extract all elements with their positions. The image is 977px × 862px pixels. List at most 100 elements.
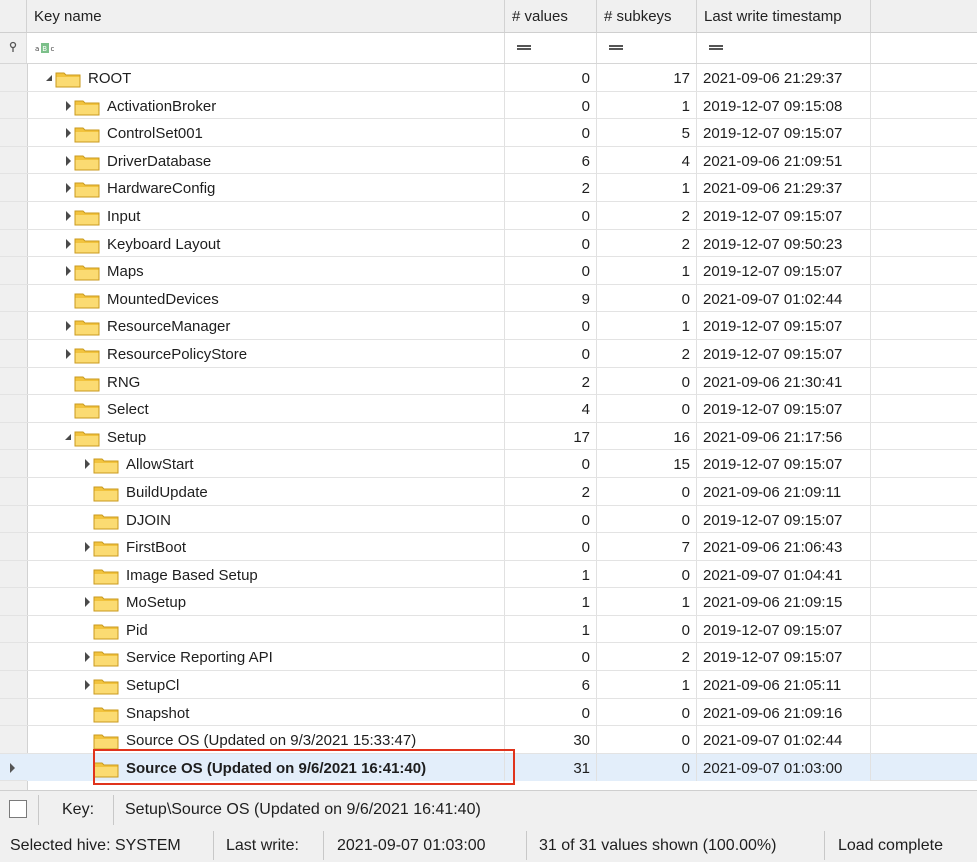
key-checkbox[interactable] [9, 800, 27, 818]
key-row[interactable]: SetupCl 6 1 2021-09-06 21:05:11 [0, 671, 977, 699]
filter-cell-key-name[interactable]: a B c [27, 33, 505, 63]
divider [824, 831, 825, 860]
key-row[interactable]: FirstBoot 0 7 2021-09-06 21:06:43 [0, 533, 977, 561]
expand-arrow-icon[interactable] [85, 542, 90, 553]
key-name-cell[interactable]: Keyboard Layout [27, 229, 505, 257]
expand-arrow-icon[interactable] [66, 266, 71, 277]
key-name-cell[interactable]: FirstBoot [27, 533, 505, 561]
subkeys-cell: 0 [597, 284, 697, 312]
key-name-cell[interactable]: Pid [27, 615, 505, 643]
key-row[interactable]: RNG 2 0 2021-09-06 21:30:41 [0, 367, 977, 396]
filter-cell-subkeys[interactable] [597, 33, 697, 63]
key-name-cell[interactable]: ResourceManager [27, 312, 505, 340]
folder-icon [93, 621, 119, 640]
expand-arrow-icon[interactable] [85, 459, 90, 470]
expand-arrow-icon[interactable] [85, 652, 90, 663]
folder-icon [74, 124, 100, 143]
key-name-cell[interactable]: Snapshot [27, 698, 505, 726]
folder-icon [74, 290, 100, 309]
status-bar: Selected hive: SYSTEM Last write: 2021-0… [0, 829, 977, 862]
key-name-cell[interactable]: Select [27, 395, 505, 423]
key-name-cell[interactable]: AllowStart [27, 450, 505, 478]
key-name-cell[interactable]: Maps [27, 257, 505, 285]
key-name-cell[interactable]: ActivationBroker [27, 91, 505, 119]
expand-arrow-icon[interactable] [85, 597, 90, 608]
key-name-cell[interactable]: ResourcePolicyStore [27, 339, 505, 367]
key-row[interactable]: MoSetup 1 1 2021-09-06 21:09:15 [0, 588, 977, 616]
expand-arrow-icon[interactable] [66, 321, 71, 332]
collapse-arrow-icon[interactable] [46, 75, 52, 81]
load-status: Load complete [838, 837, 943, 854]
key-name-label: Input [107, 207, 141, 225]
key-name-cell[interactable]: SetupCl [27, 671, 505, 699]
key-row[interactable]: Service Reporting API 0 2 2019-12-07 09:15:… [0, 643, 977, 672]
values-cell: 1 [505, 615, 597, 643]
filter-cell-timestamp[interactable] [697, 33, 871, 63]
key-row[interactable]: DriverDatabase 6 4 2021-09-06 21:09:51 [0, 146, 977, 175]
key-row[interactable]: Image Based Setup 1 0 2021-09-07 01:04:41 [0, 560, 977, 589]
key-name-cell[interactable]: Image Based Setup [27, 560, 505, 588]
filter-cell-values[interactable] [505, 33, 597, 63]
key-row[interactable]: ResourceManager 0 1 2019-12-07 09:15:07 [0, 312, 977, 340]
key-row[interactable]: Input 0 2 2019-12-07 09:15:07 [0, 201, 977, 230]
values-cell: 30 [505, 726, 597, 754]
key-name-label: ROOT [88, 70, 132, 87]
key-row[interactable]: AllowStart 0 15 2019-12-07 09:15:07 [0, 450, 977, 478]
column-header-key-name[interactable]: Key name [27, 0, 505, 32]
key-name-cell[interactable]: MountedDevices [27, 284, 505, 312]
key-name-label: Maps [107, 263, 144, 281]
column-header-values[interactable]: # values [505, 0, 597, 32]
expand-arrow-icon[interactable] [66, 348, 71, 359]
key-row[interactable]: Keyboard Layout 0 2 2019-12-07 09:50:23 [0, 229, 977, 258]
expand-arrow-icon[interactable] [66, 238, 71, 249]
key-row[interactable]: Pid 1 0 2019-12-07 09:15:07 [0, 615, 977, 644]
key-name-cell[interactable]: RNG [27, 367, 505, 395]
key-name-cell[interactable]: ROOT [27, 64, 505, 91]
key-row[interactable]: Maps 0 1 2019-12-07 09:15:07 [0, 257, 977, 285]
column-header-subkeys[interactable]: # subkeys [597, 0, 697, 32]
expand-arrow-icon[interactable] [66, 155, 71, 166]
expand-arrow-icon[interactable] [66, 100, 71, 111]
key-name-label: ResourceManager [107, 318, 231, 336]
folder-icon [93, 593, 119, 612]
key-name-cell[interactable]: BuildUpdate [27, 477, 505, 505]
column-header-timestamp[interactable]: Last write timestamp [697, 0, 871, 32]
collapse-arrow-icon[interactable] [65, 433, 71, 440]
equals-operator-icon [609, 45, 623, 50]
values-cell: 31 [505, 753, 597, 781]
expand-arrow-icon[interactable] [66, 210, 71, 221]
expand-arrow-icon[interactable] [85, 680, 90, 691]
key-name-cell[interactable]: ControlSet001 [27, 119, 505, 147]
subkeys-cell: 1 [597, 257, 697, 285]
values-cell: 0 [505, 91, 597, 119]
values-cell: 2 [505, 367, 597, 395]
svg-text:a: a [35, 45, 39, 53]
key-row[interactable]: HardwareConfig 2 1 2021-09-06 21:29:37 [0, 174, 977, 202]
expand-arrow-icon[interactable] [66, 128, 71, 139]
key-row[interactable]: DJOIN 0 0 2019-12-07 09:15:07 [0, 505, 977, 534]
key-row[interactable]: BuildUpdate 2 0 2021-09-06 21:09:11 [0, 477, 977, 506]
subkeys-cell: 7 [597, 533, 697, 561]
key-name-cell[interactable]: Input [27, 201, 505, 229]
key-name-cell[interactable]: DriverDatabase [27, 146, 505, 174]
timestamp-cell: 2021-09-06 21:30:41 [697, 367, 871, 395]
key-name-cell[interactable]: DJOIN [27, 505, 505, 533]
subkeys-cell: 1 [597, 174, 697, 202]
key-name-cell[interactable]: HardwareConfig [27, 174, 505, 202]
equals-operator-icon [517, 45, 531, 50]
folder-icon [74, 345, 100, 364]
key-row[interactable]: MountedDevices 9 0 2021-09-07 01:02:44 [0, 284, 977, 313]
key-row[interactable]: ResourcePolicyStore 0 2 2019-12-07 09:15:07 [0, 339, 977, 368]
folder-icon [74, 179, 100, 198]
subkeys-cell: 0 [597, 505, 697, 533]
key-row[interactable]: ActivationBroker 0 1 2019-12-07 09:15:08 [0, 91, 977, 120]
key-row[interactable]: ROOT 0 17 2021-09-06 21:29:37 [0, 64, 977, 92]
key-name-cell[interactable]: Service Reporting API [27, 643, 505, 671]
expand-arrow-icon[interactable] [66, 183, 71, 194]
key-row[interactable]: Select 4 0 2019-12-07 09:15:07 [0, 395, 977, 423]
key-name-cell[interactable]: Setup [27, 422, 505, 450]
key-row[interactable]: Setup 17 16 2021-09-06 21:17:56 [0, 422, 977, 451]
key-name-cell[interactable]: MoSetup [27, 588, 505, 616]
key-row[interactable]: ControlSet001 0 5 2019-12-07 09:15:07 [0, 119, 977, 147]
key-row[interactable]: Snapshot 0 0 2021-09-06 21:09:16 [0, 698, 977, 727]
